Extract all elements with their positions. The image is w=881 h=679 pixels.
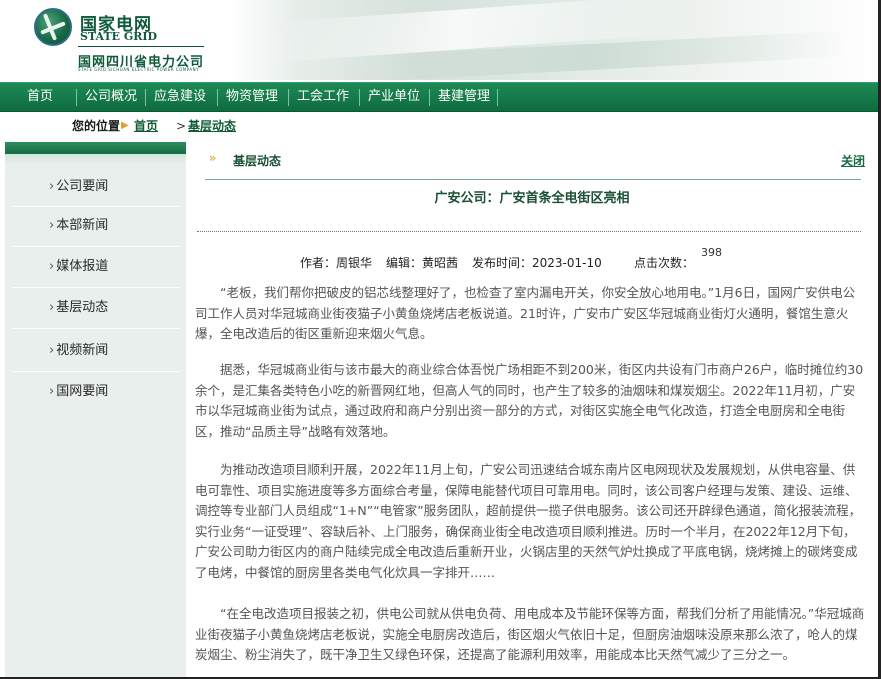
chevron-right-icon: › (49, 300, 55, 315)
nav-separator (288, 89, 289, 106)
section-label: 基层动态 (233, 154, 282, 168)
sidebar-divider (13, 246, 179, 247)
sidebar-divider (13, 287, 179, 288)
chevron-right-icon: › (49, 259, 55, 274)
sidebar-item-sgcc-news[interactable]: › 国网要闻 (5, 375, 186, 409)
article-author: 作者：周银华 (300, 256, 373, 270)
site-header: 国家电网 STATE GRID 国网四川省电力公司 STATE GRID SIC… (0, 0, 881, 80)
nav-item-home[interactable]: 首页 (10, 83, 70, 111)
company-name-en: STATE GRID SICHUAN ELECTRIC POWER COMPAN… (78, 67, 200, 72)
sidebar-item-grassroots[interactable]: › 基层动态 (5, 291, 186, 325)
nav-separator (429, 89, 430, 106)
globe-icon (34, 8, 72, 46)
nav-item-industry[interactable]: 产业单位 (361, 83, 427, 111)
nav-separator (145, 89, 146, 106)
article-paragraph: 据悉，华冠城商业街与该市最大的商业综合体吾悦广场相距不到200米，街区内共设有门… (195, 362, 864, 439)
nav-item-company-overview[interactable]: 公司概况 (78, 83, 144, 111)
nav-item-union[interactable]: 工会工作 (290, 83, 356, 111)
nav-separator (359, 89, 360, 106)
sidebar-item-media[interactable]: › 媒体报道 (5, 250, 186, 284)
nav-separator (217, 89, 218, 106)
chevron-right-icon: › (49, 343, 55, 358)
sidebar-header (5, 142, 186, 154)
chevron-right-icon: › (49, 384, 55, 399)
sidebar-item-video[interactable]: › 视频新闻 (5, 334, 186, 368)
article-paragraph: 为推动改造项目顺利开展，2022年11月上旬，广安公司迅速结合城东南片区电网现状… (195, 462, 862, 580)
section-title-bar: » 基层动态 关闭 (197, 150, 867, 172)
dotted-divider (197, 231, 861, 232)
article-paragraph: “在全电改造项目报装之初，供电公司就从供电负荷、用电成本及节能环保等方面，帮我们… (195, 606, 865, 662)
nav-separator (76, 89, 77, 106)
article-editor: 编辑：黄昭茜 (386, 256, 459, 270)
chevron-right-icon: › (49, 218, 55, 233)
breadcrumb-arrow-icon: ▶ (121, 120, 129, 131)
click-count-label: 点击次数： (634, 256, 695, 270)
sidebar-item-hq-news[interactable]: › 本部新闻 (5, 209, 186, 243)
title-divider (205, 179, 861, 180)
sidebar-item-label: 本部新闻 (56, 218, 109, 233)
article-date: 发布时间：2023-01-10 (472, 256, 602, 270)
main-nav: 首页 公司概况 应急建设 物资管理 工会工作 产业单位 基建管理 (0, 82, 881, 112)
sidebar-item-company-news[interactable]: › 公司要闻 (5, 170, 186, 204)
sidebar-divider (13, 206, 179, 207)
article-title: 广安公司：广安首条全电街区亮相 (434, 191, 630, 206)
click-count-value: 398 (701, 246, 722, 259)
breadcrumb-label: 您的位置 (72, 119, 121, 133)
chevron-right-icon: › (49, 179, 55, 194)
sidebar-item-label: 国网要闻 (56, 384, 109, 399)
logo-text-en: STATE GRID (80, 30, 158, 43)
breadcrumb-home-link[interactable]: 首页 (134, 117, 158, 135)
sidebar: › 公司要闻 › 本部新闻 › 媒体报道 › 基层动态 › 视频新闻 › 国网要闻 (5, 142, 186, 679)
sidebar-item-label: 视频新闻 (56, 343, 109, 358)
sidebar-item-label: 公司要闻 (56, 179, 109, 194)
sidebar-divider (13, 328, 179, 329)
sidebar-divider (13, 371, 179, 372)
sidebar-item-label: 媒体报道 (56, 259, 109, 274)
breadcrumb-current-link[interactable]: 基层动态 (188, 117, 236, 135)
sidebar-item-label: 基层动态 (56, 300, 109, 315)
sidebar-header-fade (5, 154, 186, 164)
breadcrumb-separator: > (176, 119, 187, 133)
close-link[interactable]: 关闭 (841, 152, 865, 169)
logo-divider (78, 46, 204, 47)
article-paragraph: “老板，我们帮你把破皮的铝芯线整理好了，也检查了室内漏电开关，你安全放心地用电。… (195, 285, 856, 341)
nav-item-emergency[interactable]: 应急建设 (147, 83, 213, 111)
double-chevron-icon: » (209, 151, 216, 165)
nav-item-materials[interactable]: 物资管理 (219, 83, 285, 111)
nav-separator (497, 89, 498, 106)
nav-item-infrastructure[interactable]: 基建管理 (431, 83, 497, 111)
